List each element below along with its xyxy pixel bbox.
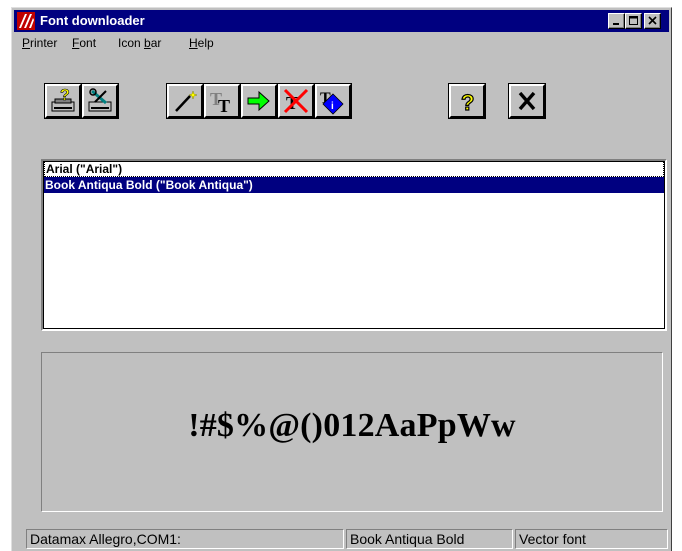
- close-window-button[interactable]: [644, 13, 661, 29]
- app-window: Font downloader Printer Font Icon bar He…: [11, 7, 672, 551]
- list-item[interactable]: Arial ("Arial"): [44, 161, 664, 177]
- maximize-button[interactable]: [625, 13, 642, 29]
- menu-printer[interactable]: Printer: [22, 36, 57, 50]
- menu-bar: Printer Font Icon bar Help: [14, 33, 669, 53]
- svg-text:i: i: [331, 101, 334, 112]
- help-icon: ?: [460, 89, 475, 115]
- printer-setup-icon: ?: [51, 87, 75, 112]
- font-preview-sample: !#$%@()012AaPpWw: [188, 407, 516, 444]
- svg-text:?: ?: [60, 87, 70, 104]
- close-window-icon: [648, 16, 657, 25]
- svg-text:?: ?: [461, 90, 474, 115]
- close-icon: [518, 91, 536, 111]
- font-info-icon: T i: [320, 90, 344, 115]
- svg-text:T: T: [218, 96, 230, 115]
- truetype-font-icon: T T: [210, 89, 230, 115]
- status-bar: Datamax Allegro,COM1: Book Antiqua Bold …: [14, 529, 669, 550]
- font-list[interactable]: Arial ("Arial") Book Antiqua Bold ("Book…: [41, 159, 667, 331]
- printer-tools-icon: [88, 88, 112, 112]
- list-item[interactable]: Book Antiqua Bold ("Book Antiqua"): [44, 177, 664, 193]
- magic-wand-icon: [175, 90, 198, 112]
- exit-button[interactable]: [509, 84, 545, 118]
- printer-setup-button[interactable]: ?: [45, 84, 81, 118]
- download-arrow-icon: [247, 90, 270, 112]
- minimize-icon: [613, 23, 619, 25]
- minimize-button[interactable]: [608, 13, 625, 29]
- font-info-button[interactable]: T i: [315, 84, 351, 118]
- status-font-name: Book Antiqua Bold: [346, 529, 513, 549]
- delete-font-button[interactable]: T: [278, 84, 314, 118]
- menu-icon-bar[interactable]: Icon bar: [118, 36, 161, 50]
- window-title: Font downloader: [40, 13, 145, 28]
- download-arrow-button[interactable]: [241, 84, 277, 118]
- menu-help[interactable]: Help: [189, 36, 214, 50]
- font-preview-panel: !#$%@()012AaPpWw: [41, 352, 663, 512]
- menu-font[interactable]: Font: [72, 36, 96, 50]
- title-bar[interactable]: Font downloader: [14, 10, 669, 32]
- help-button[interactable]: ?: [449, 84, 485, 118]
- delete-font-icon: T: [283, 88, 309, 114]
- truetype-font-button[interactable]: T T: [204, 84, 240, 118]
- maximize-icon: [629, 16, 638, 25]
- printer-tools-button[interactable]: [82, 84, 118, 118]
- status-printer: Datamax Allegro,COM1:: [26, 529, 344, 549]
- app-logo-icon[interactable]: [17, 12, 35, 30]
- status-font-type: Vector font: [515, 529, 668, 549]
- magic-wand-button[interactable]: [167, 84, 203, 118]
